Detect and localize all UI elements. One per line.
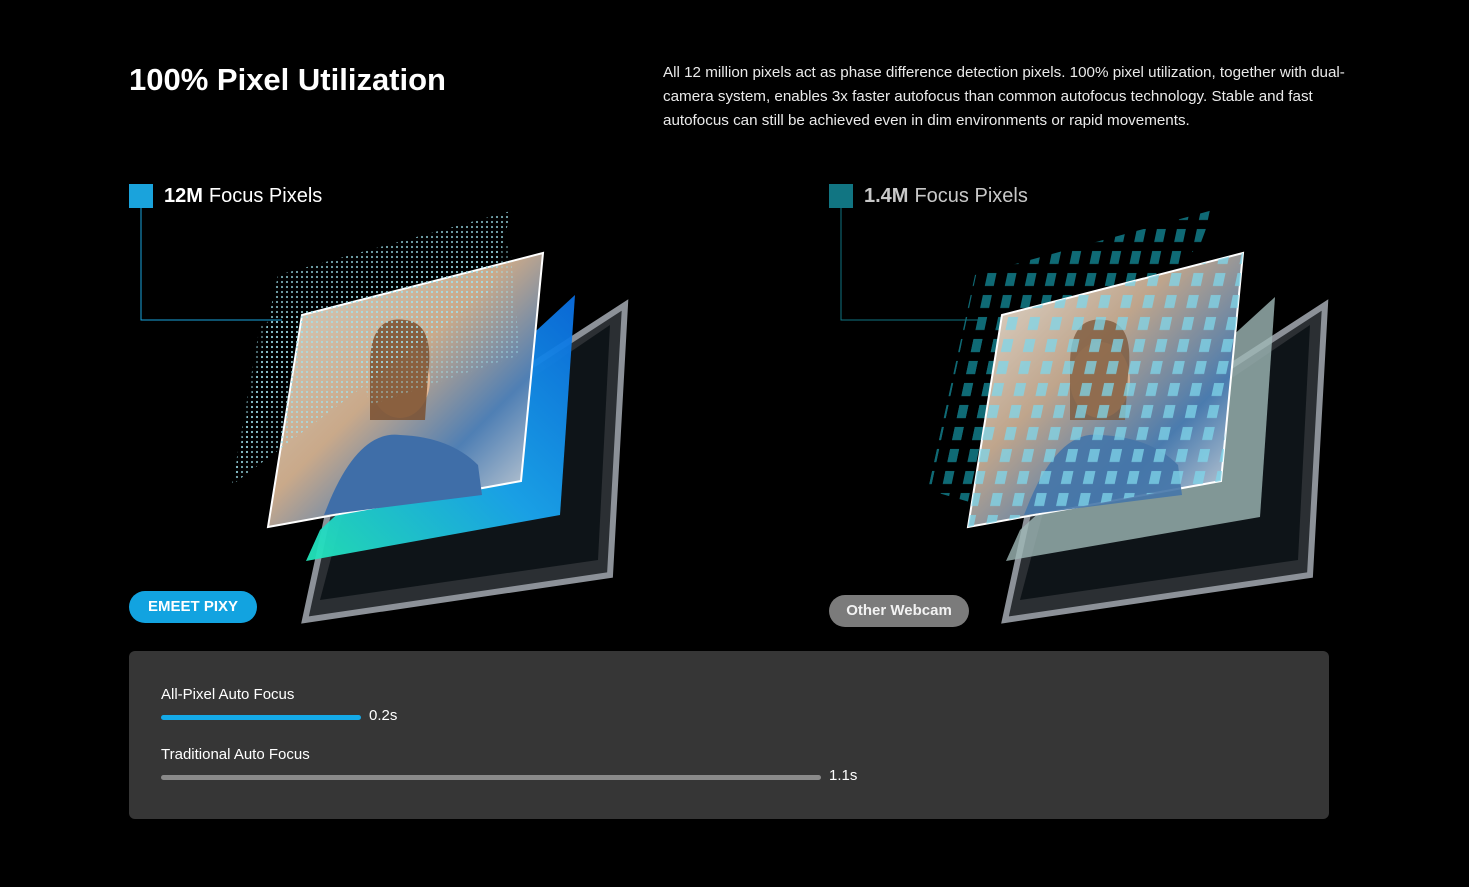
all-pixel-af-bar xyxy=(161,715,361,720)
emeet-sensor-illustration xyxy=(232,211,629,624)
autofocus-speed-comparison: All-Pixel Auto Focus 0.2s Traditional Au… xyxy=(129,651,1329,819)
other-webcam-sensor-illustration xyxy=(928,210,1329,624)
all-pixel-af-label: All-Pixel Auto Focus xyxy=(161,686,295,703)
other-webcam-tag: Other Webcam xyxy=(829,595,969,627)
emeet-pixy-tag: EMEET PIXY xyxy=(129,591,257,623)
traditional-af-value: 1.1s xyxy=(829,767,858,784)
all-pixel-af-value: 0.2s xyxy=(369,707,398,724)
traditional-af-bar xyxy=(161,775,821,780)
traditional-af-label: Traditional Auto Focus xyxy=(161,746,310,763)
